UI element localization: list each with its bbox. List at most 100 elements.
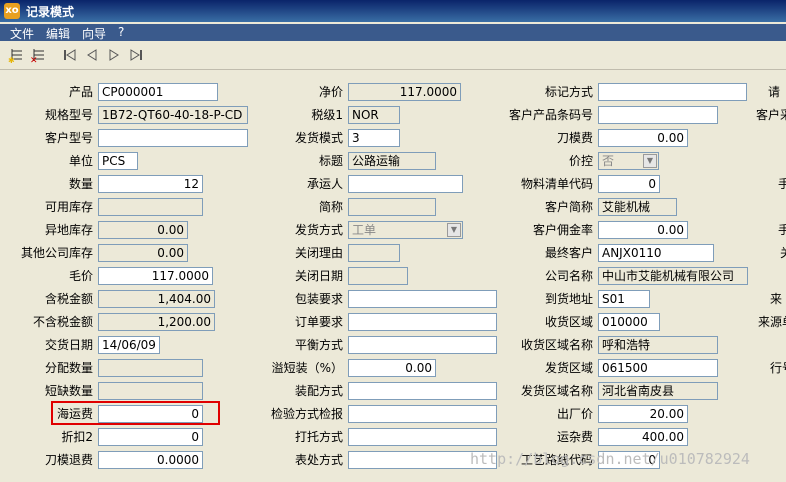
field-balance-method[interactable] xyxy=(348,336,497,354)
label-col4-customer-purchase: 客户采 xyxy=(756,108,786,122)
menu-bar: 文件 编辑 向导 ? xyxy=(0,24,786,41)
menu-edit[interactable]: 编辑 xyxy=(46,25,70,42)
label-surface-method: 表处方式 xyxy=(294,453,343,467)
label-customer-model: 客户型号 xyxy=(44,131,93,145)
svg-text:✱: ✱ xyxy=(8,56,15,63)
label-allocated-qty: 分配数量 xyxy=(44,361,93,375)
field-amount-incl-tax[interactable]: 1,404.00 xyxy=(98,290,215,308)
delete-record-icon[interactable]: ✕ xyxy=(30,47,46,66)
field-quantity[interactable]: 12 xyxy=(98,175,203,193)
field-marking-method[interactable] xyxy=(598,83,747,101)
label-factory-price: 出厂价 xyxy=(556,407,593,421)
field-order-req[interactable] xyxy=(348,313,497,331)
label-quantity: 数量 xyxy=(68,177,93,191)
field-abbreviation[interactable] xyxy=(348,198,436,216)
chevron-down-icon[interactable]: ▼ xyxy=(643,154,657,168)
window-title: 记录模式 xyxy=(26,5,75,19)
field-shipping-area[interactable]: 061500 xyxy=(598,359,718,377)
field-amount-excl-tax[interactable]: 1,200.00 xyxy=(98,313,215,331)
watermark: http://blog.csdn.net/u010782924 xyxy=(470,450,750,468)
field-product[interactable]: CP000001 xyxy=(98,83,218,101)
field-price-control[interactable]: 否 ▼ xyxy=(598,152,659,170)
field-spec[interactable]: 1B72-QT60-40-18-P-CD xyxy=(98,106,248,124)
field-shipping-mode[interactable]: 3 xyxy=(348,129,400,147)
field-receiving-area-name[interactable]: 呼和浩特 xyxy=(598,336,718,354)
menu-wizard[interactable]: 向导 xyxy=(82,25,106,42)
toolbar: ✱ ✕ xyxy=(0,43,786,70)
field-shortage-qty[interactable] xyxy=(98,382,203,400)
label-heading: 标题 xyxy=(318,154,343,168)
field-allocated-qty[interactable] xyxy=(98,359,203,377)
field-carrier[interactable] xyxy=(348,175,463,193)
field-close-reason[interactable] xyxy=(348,244,400,262)
field-unit[interactable]: PCS xyxy=(98,152,138,170)
label-col4-request: 请 xyxy=(768,85,781,99)
field-close-date[interactable] xyxy=(348,267,408,285)
field-available-stock[interactable] xyxy=(98,198,203,216)
field-net-price[interactable]: 117.0000 xyxy=(348,83,461,101)
field-assembly-method[interactable] xyxy=(348,382,497,400)
prev-record-icon[interactable] xyxy=(84,47,100,63)
label-die-refund: 刀模退费 xyxy=(44,453,93,467)
menu-file[interactable]: 文件 xyxy=(10,25,34,42)
field-factory-price[interactable]: 20.00 xyxy=(598,405,688,423)
field-company-name[interactable]: 中山市艾能机械有限公司 xyxy=(598,267,748,285)
label-spec: 规格型号 xyxy=(44,108,93,122)
field-delivery-date[interactable]: 14/06/09 xyxy=(98,336,160,354)
label-shipping-mode: 发货模式 xyxy=(294,131,343,145)
field-die-fee[interactable]: 0.00 xyxy=(598,129,688,147)
label-price-control: 价控 xyxy=(568,154,593,168)
chevron-down-icon[interactable]: ▼ xyxy=(447,223,461,237)
label-unit: 单位 xyxy=(68,154,93,168)
shipping-method-value: 工单 xyxy=(352,223,377,237)
menu-help[interactable]: ? xyxy=(118,25,124,39)
app-icon: xo xyxy=(4,3,20,19)
label-delivery-date: 交货日期 xyxy=(44,338,93,352)
last-record-icon[interactable] xyxy=(128,47,144,63)
field-pallet-method[interactable] xyxy=(348,428,497,446)
field-customer-barcode[interactable] xyxy=(598,106,718,124)
field-customer-short-name[interactable]: 艾能机械 xyxy=(598,198,677,216)
field-end-customer[interactable]: ANJX0110 xyxy=(598,244,714,262)
field-receiving-area[interactable]: 010000 xyxy=(598,313,660,331)
label-customer-short-name: 客户简称 xyxy=(544,200,593,214)
label-commission-rate: 客户佣金率 xyxy=(532,223,593,237)
field-remote-stock[interactable]: 0.00 xyxy=(98,221,188,239)
label-gross-price: 毛价 xyxy=(68,269,93,283)
label-close-date: 关闭日期 xyxy=(294,269,343,283)
label-product: 产品 xyxy=(68,85,93,99)
field-die-refund[interactable]: 0.0000 xyxy=(98,451,203,469)
highlight-box xyxy=(51,401,220,425)
field-other-company-stock[interactable]: 0.00 xyxy=(98,244,188,262)
label-col4-source: 来 xyxy=(770,292,783,306)
field-packaging-req[interactable] xyxy=(348,290,497,308)
field-discount-2[interactable]: 0 xyxy=(98,428,203,446)
label-discount-2: 折扣2 xyxy=(61,430,93,444)
field-gross-price[interactable]: 117.0000 xyxy=(98,267,213,285)
label-receiving-area-name: 收货区域名称 xyxy=(520,338,593,352)
field-tolerance[interactable]: 0.00 xyxy=(348,359,436,377)
label-carrier: 承运人 xyxy=(306,177,343,191)
label-order-req: 订单要求 xyxy=(294,315,343,329)
field-customer-model[interactable] xyxy=(98,129,248,147)
field-misc-freight[interactable]: 400.00 xyxy=(598,428,688,446)
label-die-fee: 刀模费 xyxy=(556,131,593,145)
field-heading[interactable]: 公路运输 xyxy=(348,152,436,170)
price-control-value: 否 xyxy=(602,154,615,168)
field-inspection-method[interactable] xyxy=(348,405,497,423)
label-receiving-area: 收货区域 xyxy=(544,315,593,329)
label-packaging-req: 包装要求 xyxy=(294,292,343,306)
insert-record-icon[interactable]: ✱ xyxy=(8,47,24,65)
next-record-icon[interactable] xyxy=(106,47,122,63)
label-customer-barcode: 客户产品条码号 xyxy=(508,108,593,122)
field-arrival-address[interactable]: S01 xyxy=(598,290,650,308)
first-record-icon[interactable] xyxy=(62,47,78,63)
field-shipping-method[interactable]: 工单 ▼ xyxy=(348,221,463,239)
field-shipping-area-name[interactable]: 河北省南皮县 xyxy=(598,382,718,400)
field-bom-code[interactable]: 0 xyxy=(598,175,660,193)
field-tax-level-1[interactable]: NOR xyxy=(348,106,400,124)
label-tolerance: 溢短装（%） xyxy=(271,361,343,375)
label-end-customer: 最终客户 xyxy=(544,246,593,260)
label-amount-excl-tax: 不含税金额 xyxy=(32,315,93,329)
field-commission-rate[interactable]: 0.00 xyxy=(598,221,688,239)
